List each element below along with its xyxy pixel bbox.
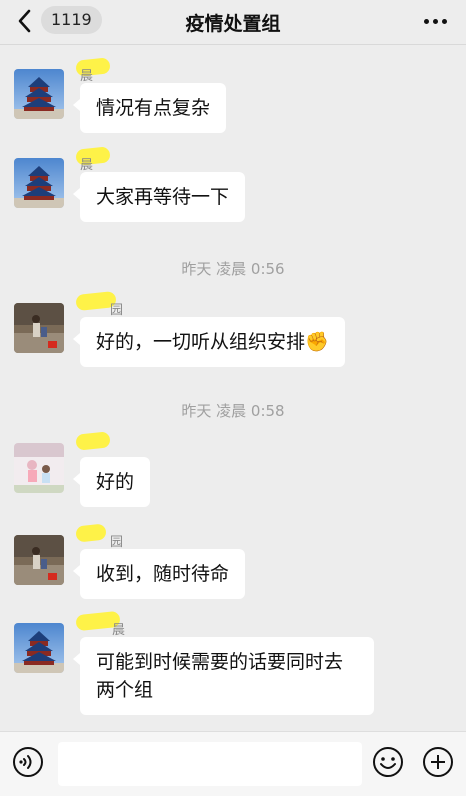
plus-icon[interactable] — [422, 746, 454, 778]
message-bubble[interactable]: 可能到时候需要的话要同时去两个组 — [73, 637, 374, 715]
message-bubble[interactable]: 情况有点复杂 — [72, 83, 227, 133]
timestamp: 昨天 凌晨 0:56 — [181, 260, 285, 278]
message-bubble[interactable]: 收到，随时待命 — [72, 549, 246, 599]
timestamp: 昨天 凌晨 0:58 — [181, 402, 285, 420]
more-icon[interactable] — [422, 10, 450, 34]
sender-name: 园 — [110, 303, 124, 318]
page-title: 疫情处置组 — [185, 13, 281, 35]
emoji-icon[interactable] — [372, 746, 404, 778]
avatar[interactable] — [14, 303, 64, 353]
chat-header: 1119 疫情处置组 — [0, 0, 466, 45]
message-bubble[interactable]: 好的 — [72, 457, 151, 507]
redaction-highlight — [75, 431, 111, 451]
voice-icon[interactable] — [12, 746, 44, 778]
sender-name: 晨 — [80, 69, 94, 84]
message-bubble[interactable]: 好的，一切听从组织安排✊ — [73, 317, 345, 367]
avatar[interactable] — [14, 158, 64, 208]
message-input[interactable] — [58, 742, 362, 786]
message-bubble[interactable]: 大家再等待一下 — [72, 172, 246, 222]
input-bar — [0, 731, 466, 796]
avatar[interactable] — [14, 535, 64, 585]
avatar[interactable] — [14, 69, 64, 119]
sender-name: 晨 — [80, 158, 94, 173]
sender-name: 晨 — [112, 623, 126, 638]
sender-name: 园 — [110, 535, 124, 550]
avatar[interactable] — [14, 623, 64, 673]
redaction-highlight — [75, 523, 107, 543]
avatar[interactable] — [14, 443, 64, 493]
message-list[interactable]: 晨 情况有点复杂 晨 大家再等待一下 昨天 凌晨 0:56 园 好的，一切听从组… — [0, 45, 466, 730]
